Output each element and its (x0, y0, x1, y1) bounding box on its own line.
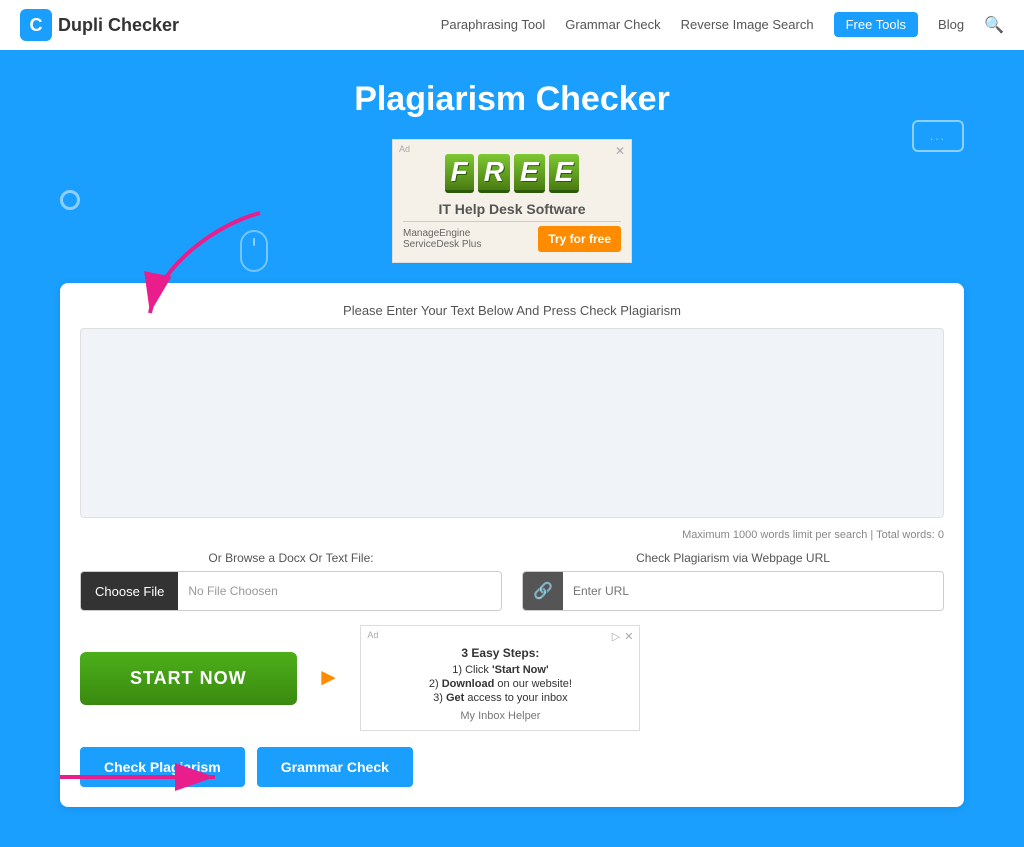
deco-circle (60, 190, 80, 210)
bottom-spacer (20, 807, 1004, 847)
ad-cta-button[interactable]: Try for free (538, 226, 621, 252)
ad-banner: Ad ✕ F R E E IT Help Desk Software Manag… (392, 139, 632, 263)
ad-divider (403, 221, 621, 222)
small-ad-company: My Inbox Helper (373, 710, 627, 722)
small-ad-close-text: ▷ (612, 630, 620, 643)
bottom-buttons-row: Check Plagiarism Grammar Check (80, 747, 944, 787)
hero-section: Plagiarism Checker Ad ✕ F R E E IT Help … (0, 50, 1024, 847)
logo-text: Dupli Checker (58, 15, 179, 36)
small-ad-step-2: 2) Download on our website! (373, 678, 627, 690)
upload-section: Or Browse a Docx Or Text File: Choose Fi… (80, 551, 502, 611)
url-input-row: 🔗 (522, 571, 944, 611)
card-instruction: Please Enter Your Text Below And Press C… (80, 303, 944, 318)
search-icon[interactable]: 🔍 (984, 17, 1004, 34)
url-input[interactable] (563, 572, 943, 610)
main-card: Please Enter Your Text Below And Press C… (60, 283, 964, 807)
ad-letter-e2: E (549, 154, 580, 193)
nav-link-grammar[interactable]: Grammar Check (565, 17, 660, 32)
bottom-section: Check Plagiarism Grammar Check (80, 747, 944, 787)
small-ad-close[interactable]: ▷ ✕ (612, 630, 634, 643)
navbar: C Dupli Checker Paraphrasing Tool Gramma… (0, 0, 1024, 50)
orange-arrow-icon: ► (317, 664, 341, 692)
page-title: Plagiarism Checker (20, 80, 1004, 119)
small-ad-x-icon[interactable]: ✕ (624, 630, 633, 643)
ad-provider-logo: ManageEngineServiceDesk Plus (403, 228, 481, 250)
nav-link-blog[interactable]: Blog (938, 17, 964, 32)
nav-link-free-tools[interactable]: Free Tools (834, 12, 918, 37)
upload-label: Or Browse a Docx Or Text File: (80, 551, 502, 565)
check-plagiarism-button[interactable]: Check Plagiarism (80, 747, 245, 787)
deco-mouse (240, 230, 268, 272)
small-ad: Ad ▷ ✕ 3 Easy Steps: 1) Click 'Start Now… (360, 625, 640, 731)
ad-close-icon[interactable]: ✕ (615, 144, 625, 158)
small-ad-step-3: 3) Get access to your inbox (373, 692, 627, 704)
url-label: Check Plagiarism via Webpage URL (522, 551, 944, 565)
ad-letter-e1: E (514, 154, 545, 193)
start-now-button[interactable]: START NOW (80, 652, 297, 705)
word-count-info: Maximum 1000 words limit per search | To… (80, 529, 944, 541)
choose-file-button[interactable]: Choose File (81, 572, 178, 610)
url-link-icon: 🔗 (523, 572, 563, 610)
small-ad-step-1: 1) Click 'Start Now' (373, 664, 627, 676)
ad-label: Ad (399, 144, 410, 154)
grammar-check-button[interactable]: Grammar Check (257, 747, 413, 787)
nav-link-reverse-image[interactable]: Reverse Image Search (681, 17, 814, 32)
ad-letter-f: F (445, 154, 474, 193)
upload-url-row: Or Browse a Docx Or Text File: Choose Fi… (80, 551, 944, 611)
logo-icon: C (20, 9, 52, 41)
url-section: Check Plagiarism via Webpage URL 🔗 (522, 551, 944, 611)
file-input-row: Choose File No File Choosen (80, 571, 502, 611)
textarea-container (80, 328, 944, 523)
nav-link-paraphrasing[interactable]: Paraphrasing Tool (441, 17, 546, 32)
ad-subtitle: IT Help Desk Software (403, 201, 621, 217)
logo[interactable]: C Dupli Checker (20, 9, 179, 41)
ad-footer: ManageEngineServiceDesk Plus Try for fre… (403, 226, 621, 252)
file-name-display: No File Choosen (178, 572, 501, 610)
start-ad-row: START NOW ► Ad ▷ ✕ 3 Easy Steps: 1) Clic… (80, 625, 944, 731)
nav-links: Paraphrasing Tool Grammar Check Reverse … (441, 15, 1004, 35)
small-ad-label: Ad (367, 630, 378, 640)
plagiarism-textarea[interactable] (80, 328, 944, 518)
ad-letter-r: R (478, 154, 510, 193)
ad-free-text: F R E E (403, 150, 621, 197)
small-ad-title: 3 Easy Steps: (373, 646, 627, 660)
deco-chat (912, 120, 964, 152)
